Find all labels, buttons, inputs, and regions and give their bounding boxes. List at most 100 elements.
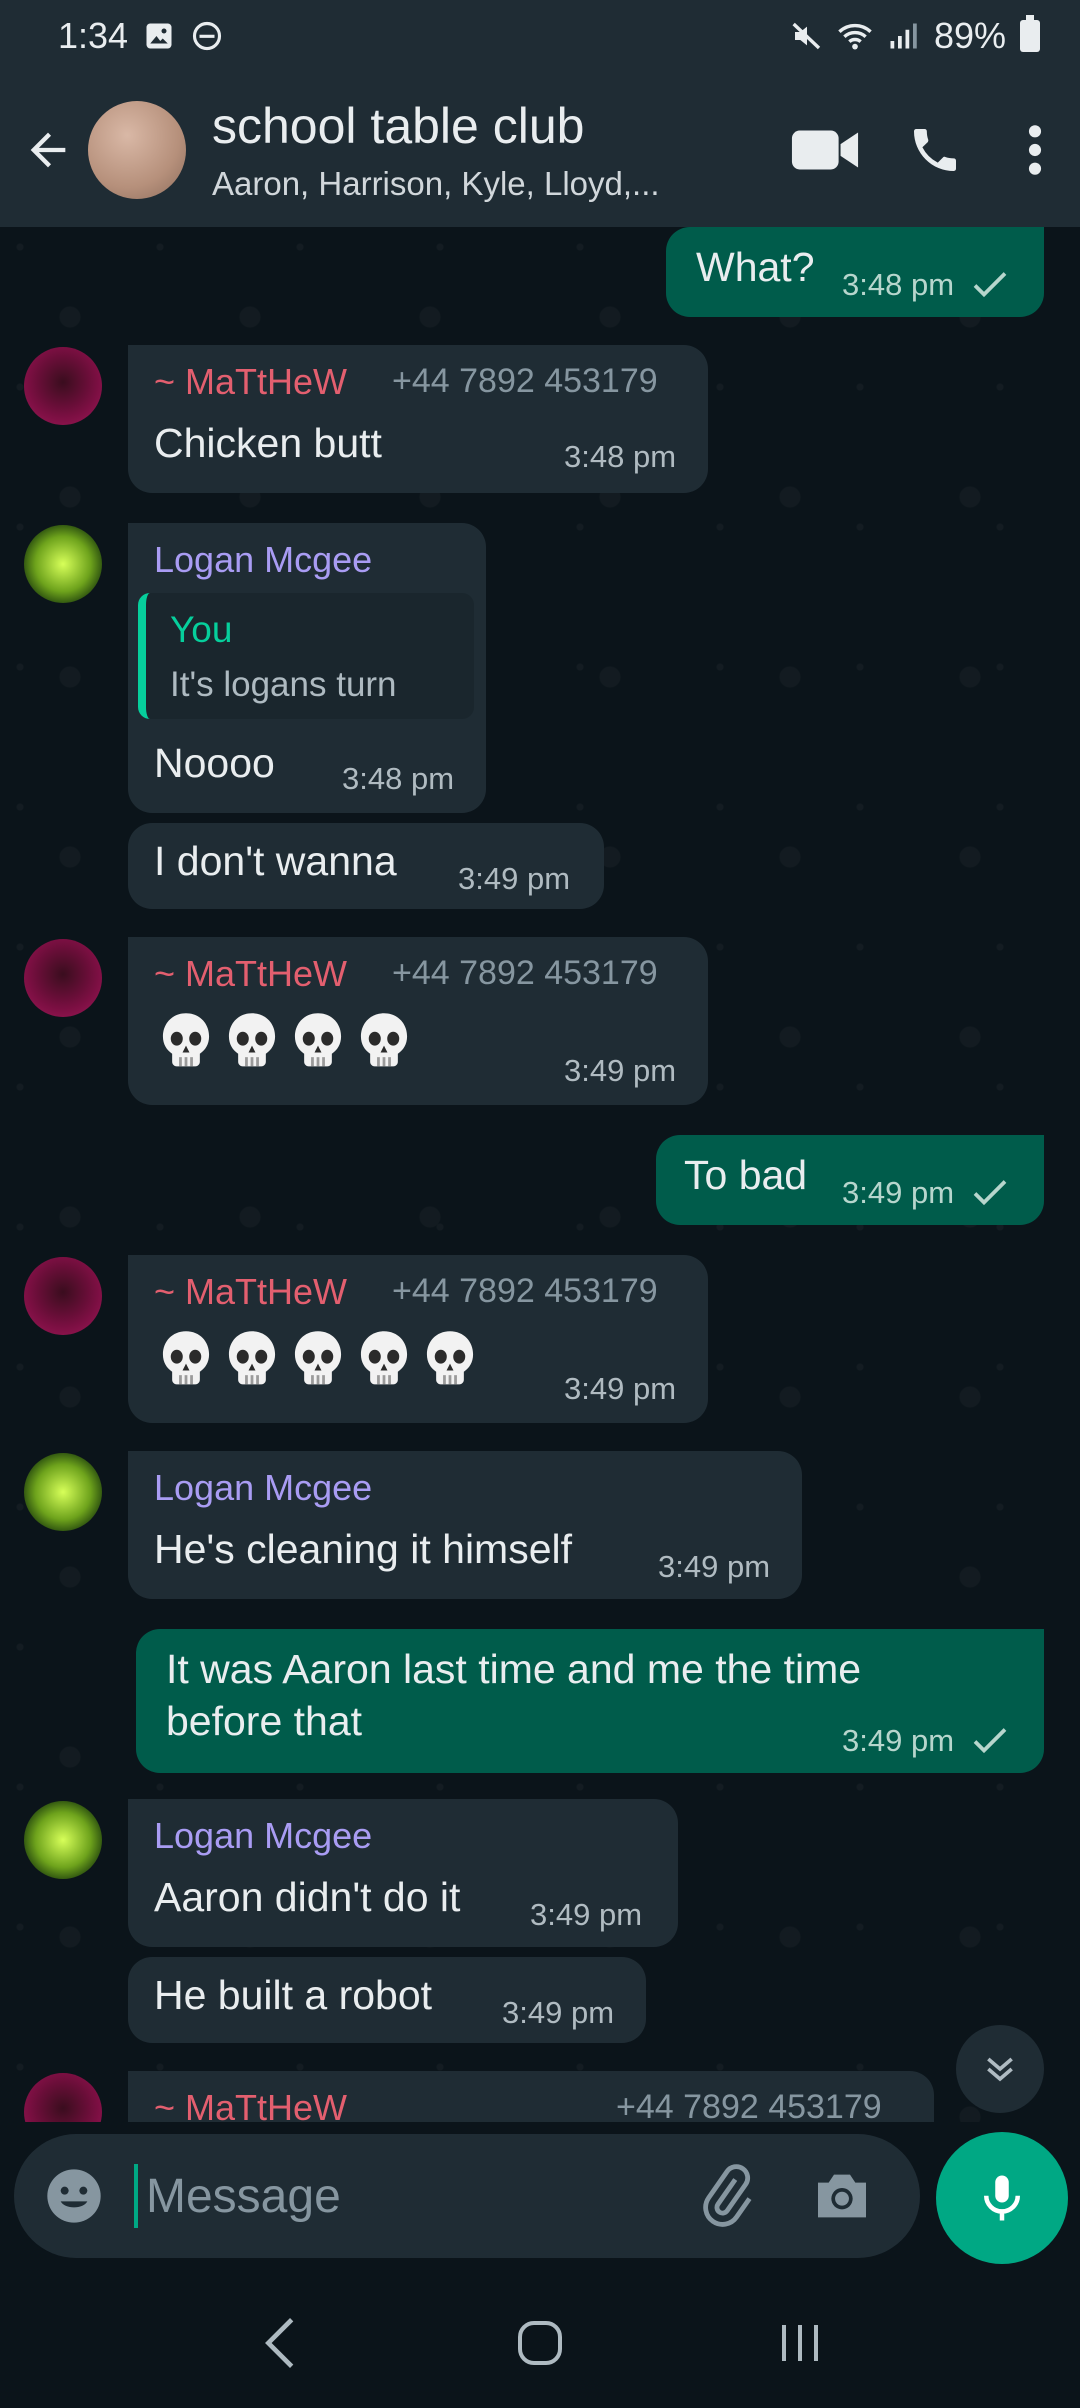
chat-header: school table club Aaron, Harrison, Kyle,… [0,72,1080,227]
skull-emoji [356,1329,412,1387]
message-bubble-incoming[interactable]: Logan Mcgee Aaron didn't do it 3:49 pm [128,1799,678,1947]
mic-icon [984,2175,1020,2221]
message-bubble-incoming[interactable]: I don't wanna 3:49 pm [128,823,604,909]
nav-home-button[interactable] [495,2298,585,2388]
sender-phone: +44 7892 453179 [616,2088,882,2122]
nav-recents-button[interactable] [755,2298,845,2388]
message-text: He built a robot [154,1972,433,2018]
skull-emoji [290,1011,346,1069]
message-bubble-incoming[interactable]: ~ MaTtHeW +44 7892 453179 3:49 pm [128,937,708,1105]
battery-percent: 89% [933,15,1006,56]
sender-name[interactable]: Logan Mcgee [154,1467,372,1509]
status-bar: 1:34 89% [0,0,1080,72]
avatar-matthew[interactable] [24,939,102,1017]
quoted-message[interactable]: You It's logans turn [138,593,474,719]
scroll-to-bottom-button[interactable] [956,2025,1044,2113]
sender-name[interactable]: ~ MaTtHeW [154,1271,347,1313]
voice-message-button[interactable] [936,2132,1068,2264]
sent-check-icon [973,272,1007,298]
nav-home-icon [518,2321,562,2365]
camera-button[interactable] [810,2164,874,2228]
message-time: 3:49 pm [658,1549,771,1584]
message-time: 3:48 pm [842,267,955,302]
skull-emoji [158,1329,214,1387]
emoji-row [158,1011,422,1076]
system-nav-bar [0,2278,1080,2408]
message-text: He's cleaning it himself [154,1526,573,1572]
phone-icon [914,128,956,171]
sender-phone: +44 7892 453179 [392,1272,658,1310]
message-text: Aaron didn't do it [154,1874,461,1920]
sender-name[interactable]: ~ MaTtHeW [154,953,347,995]
quoted-sender: You [170,609,233,650]
avatar-logan[interactable] [24,1453,102,1531]
video-call-button[interactable] [770,95,880,205]
message-time: 3:49 pm [502,1995,615,2030]
mute-icon [790,19,824,53]
chat-area[interactable]: What? 3:48 pm ~ MaTtHeW +44 7892 453179 … [0,227,1080,2122]
message-time: 3:48 pm [564,439,677,474]
nav-back-icon [265,2318,294,2368]
more-options-button[interactable] [990,95,1080,205]
paperclip-icon [703,2164,752,2227]
message-text: To bad [684,1152,808,1198]
message-text: What? [696,244,815,290]
message-bubble-incoming[interactable]: He built a robot 3:49 pm [128,1957,646,2043]
group-info[interactable]: school table club Aaron, Harrison, Kyle,… [212,97,692,203]
emoji-button[interactable] [42,2164,106,2228]
message-time: 3:49 pm [842,1175,955,1210]
message-time: 3:49 pm [530,1897,643,1932]
more-vertical-icon [1028,124,1042,175]
attach-button[interactable] [694,2164,758,2228]
group-avatar[interactable] [88,100,186,199]
message-time: 3:49 pm [564,1371,677,1406]
skull-emoji [356,1011,412,1069]
battery-icon [1020,15,1040,52]
skull-emoji [422,1329,478,1387]
sender-name[interactable]: Logan Mcgee [154,539,372,581]
message-text: Noooo [154,740,275,786]
message-bubble-outgoing[interactable]: What? 3:48 pm [666,227,1044,317]
signal-icon [886,19,920,53]
voice-call-button[interactable] [880,95,990,205]
emoji-icon [47,2169,101,2223]
message-time: 3:49 pm [458,861,571,896]
skull-emoji [224,1329,280,1387]
avatar-logan[interactable] [24,525,102,603]
message-bubble-incoming[interactable]: ~ MaTtHeW +44 7892 453179 Chicken butt 3… [128,345,708,493]
message-time: 3:49 pm [842,1723,955,1758]
sender-phone: +44 7892 453179 [392,362,658,400]
quoted-text: It's logans turn [170,665,397,704]
video-call-icon [791,130,859,169]
sender-name[interactable]: Logan Mcgee [154,1815,372,1857]
skull-emoji [290,1329,346,1387]
message-bubble-outgoing[interactable]: To bad 3:49 pm [656,1135,1044,1225]
message-composer [14,2134,920,2258]
message-time: 3:48 pm [342,761,455,796]
message-time: 3:49 pm [564,1053,677,1088]
avatar-matthew[interactable] [24,347,102,425]
wifi-icon [838,19,872,53]
dnd-icon [190,19,224,53]
message-bubble-outgoing[interactable]: It was Aaron last time and me the time b… [136,1629,1044,1773]
message-bubble-incoming[interactable]: ~ MaTtHeW +44 7892 453179 [128,2071,934,2122]
back-button[interactable] [12,100,84,200]
message-bubble-incoming[interactable]: ~ MaTtHeW +44 7892 453179 3:49 pm [128,1255,708,1423]
nav-recents-icon [782,2325,818,2361]
nav-back-button[interactable] [235,2298,325,2388]
gallery-icon [142,19,176,53]
double-chevron-down-icon [987,2057,1013,2082]
skull-emoji [224,1011,280,1069]
sender-name[interactable]: ~ MaTtHeW [154,361,347,403]
message-input[interactable] [134,2164,654,2228]
emoji-row [158,1329,488,1394]
status-time: 1:34 [58,15,129,56]
message-bubble-incoming[interactable]: Logan Mcgee He's cleaning it himself 3:4… [128,1451,802,1599]
message-bubble-incoming[interactable]: Logan Mcgee You It's logans turn Noooo 3… [128,523,486,813]
sent-check-icon [973,1180,1007,1206]
avatar-matthew[interactable] [24,1257,102,1335]
skull-emoji [158,1011,214,1069]
avatar-logan[interactable] [24,1801,102,1879]
sender-name[interactable]: ~ MaTtHeW [154,2087,347,2122]
group-title: school table club [212,97,585,154]
